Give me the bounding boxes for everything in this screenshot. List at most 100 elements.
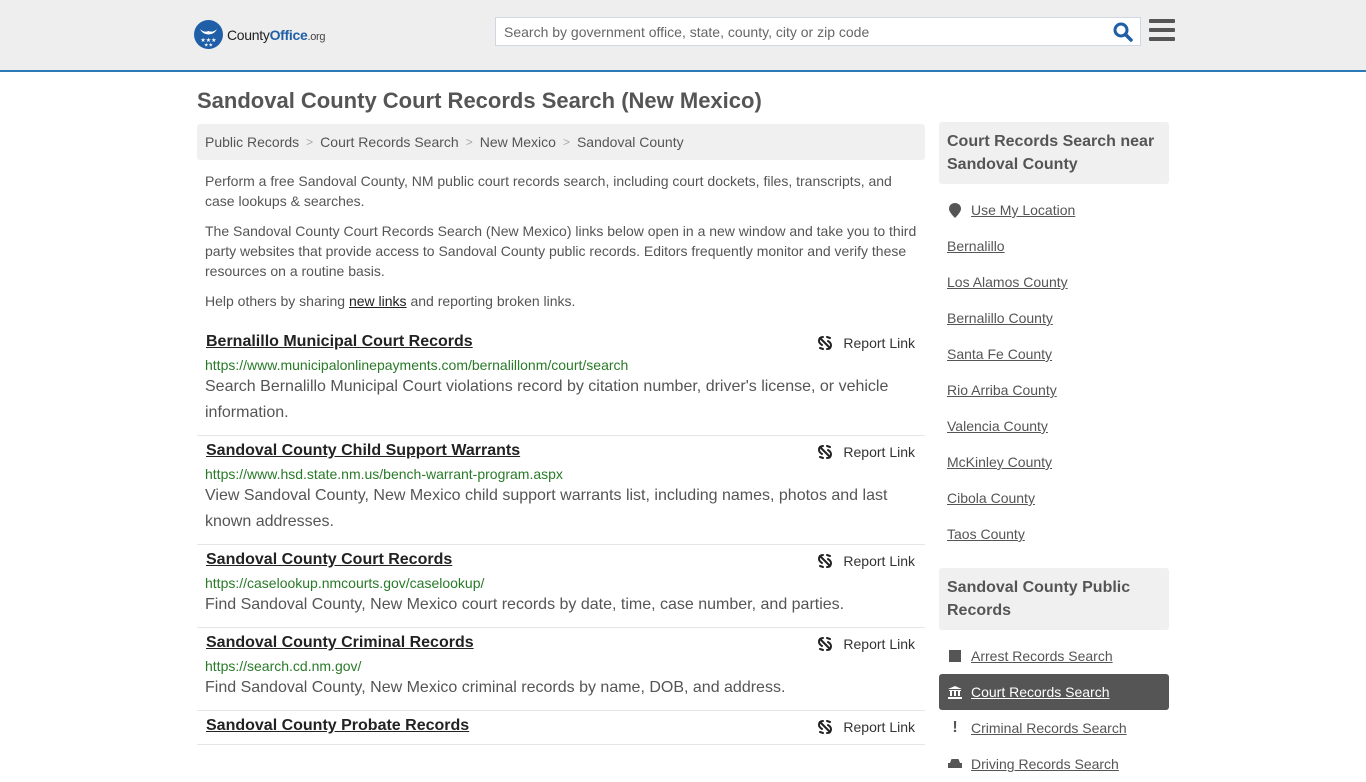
page-title: Sandoval County Court Records Search (Ne… xyxy=(197,88,762,113)
result-item: Sandoval County Probate Records Report L… xyxy=(197,711,925,745)
result-url[interactable]: https://caselookup.nmcourts.gov/caselook… xyxy=(205,575,917,591)
nearby-item[interactable]: Taos County xyxy=(939,516,1169,552)
result-url[interactable]: https://search.cd.nm.gov/ xyxy=(205,658,917,674)
report-link-button[interactable]: Report Link xyxy=(817,444,915,460)
menu-bar xyxy=(1149,37,1175,41)
court-records-link[interactable]: Court Records Search xyxy=(971,684,1110,700)
intro-paragraph: Perform a free Sandoval County, NM publi… xyxy=(205,173,892,209)
criminal-records-link[interactable]: Criminal Records Search xyxy=(971,720,1127,736)
search-input[interactable] xyxy=(496,18,1096,45)
result-item: Sandoval County Criminal Records Report … xyxy=(197,628,925,711)
public-record-item-criminal[interactable]: ! Criminal Records Search xyxy=(939,710,1169,746)
result-title-link[interactable]: Sandoval County Probate Records xyxy=(206,717,469,735)
square-icon xyxy=(947,650,963,662)
nearby-item[interactable]: Valencia County xyxy=(939,408,1169,444)
breadcrumb-public-records[interactable]: Public Records xyxy=(205,134,299,150)
result-item: Bernalillo Municipal Court Records Repor… xyxy=(197,327,925,436)
report-link-button[interactable]: Report Link xyxy=(817,719,915,735)
result-title-link[interactable]: Sandoval County Court Records xyxy=(206,551,452,569)
search-box xyxy=(495,17,1141,46)
result-item: Sandoval County Court Records Report Lin… xyxy=(197,545,925,628)
broken-link-icon xyxy=(818,637,833,651)
result-description: Search Bernalillo Municipal Court violat… xyxy=(205,378,889,421)
nearby-link-bernalillo-county[interactable]: Bernalillo County xyxy=(947,310,1053,326)
result-title-link[interactable]: Bernalillo Municipal Court Records xyxy=(206,333,473,351)
nearby-item[interactable]: Los Alamos County xyxy=(939,264,1169,300)
report-link-label: Report Link xyxy=(843,719,915,735)
nearby-list: Use My Location Bernalillo Los Alamos Co… xyxy=(939,184,1169,552)
new-links-link[interactable]: new links xyxy=(349,293,407,309)
result-description: View Sandoval County, New Mexico child s… xyxy=(205,487,888,530)
public-record-item-court[interactable]: Court Records Search xyxy=(939,674,1169,710)
nearby-item[interactable]: Bernalillo xyxy=(939,228,1169,264)
menu-bar xyxy=(1149,19,1175,23)
help-paragraph: Help others by sharing new links and rep… xyxy=(205,293,576,309)
sidebar: Court Records Search near Sandoval Count… xyxy=(939,122,1169,782)
intro-paragraph: The Sandoval County Court Records Search… xyxy=(205,223,917,279)
eagle-logo-icon: ★★★ ★★ xyxy=(194,20,223,49)
breadcrumb-separator: > xyxy=(562,135,570,149)
site-header: ★★★ ★★ CountyOffice.org xyxy=(0,0,1366,72)
nearby-item[interactable]: Cibola County xyxy=(939,480,1169,516)
nearby-link-taos-county[interactable]: Taos County xyxy=(947,526,1025,542)
results-list: Bernalillo Municipal Court Records Repor… xyxy=(197,327,925,745)
broken-link-icon xyxy=(818,445,833,459)
nearby-link-los-alamos-county[interactable]: Los Alamos County xyxy=(947,274,1068,290)
arrest-records-link[interactable]: Arrest Records Search xyxy=(971,648,1113,664)
report-link-label: Report Link xyxy=(843,553,915,569)
report-link-button[interactable]: Report Link xyxy=(817,636,915,652)
nearby-item[interactable]: McKinley County xyxy=(939,444,1169,480)
map-marker-icon xyxy=(947,202,963,218)
breadcrumb-new-mexico[interactable]: New Mexico xyxy=(480,134,556,150)
broken-link-icon xyxy=(818,554,833,568)
public-records-list: Arrest Records Search Court Records Sear… xyxy=(939,630,1169,782)
nearby-item[interactable]: Rio Arriba County xyxy=(939,372,1169,408)
broken-link-icon xyxy=(818,720,833,734)
breadcrumb-court-records-search[interactable]: Court Records Search xyxy=(320,134,459,150)
nearby-link-bernalillo[interactable]: Bernalillo xyxy=(947,238,1005,254)
search-button[interactable] xyxy=(1112,21,1134,43)
result-title-link[interactable]: Sandoval County Child Support Warrants xyxy=(206,442,520,460)
report-link-label: Report Link xyxy=(843,335,915,351)
nearby-link-mckinley-county[interactable]: McKinley County xyxy=(947,454,1052,470)
nearby-link-santa-fe-county[interactable]: Santa Fe County xyxy=(947,346,1052,362)
menu-bar xyxy=(1149,28,1175,32)
nearby-link-cibola-county[interactable]: Cibola County xyxy=(947,490,1035,506)
result-url[interactable]: https://www.municipalonlinepayments.com/… xyxy=(205,357,917,373)
driving-records-link[interactable]: Driving Records Search xyxy=(971,756,1119,772)
logo-wordmark: CountyOffice.org xyxy=(227,26,326,43)
svg-text:★★: ★★ xyxy=(204,43,213,49)
site-logo[interactable]: ★★★ ★★ CountyOffice.org xyxy=(194,20,326,49)
public-records-heading: Sandoval County Public Records xyxy=(939,568,1169,630)
public-record-item-arrest[interactable]: Arrest Records Search xyxy=(939,638,1169,674)
car-icon xyxy=(947,758,963,770)
report-link-label: Report Link xyxy=(843,444,915,460)
report-link-button[interactable]: Report Link xyxy=(817,335,915,351)
breadcrumb-separator: > xyxy=(465,135,473,149)
courthouse-icon xyxy=(947,685,963,699)
breadcrumb-separator: > xyxy=(306,135,314,149)
report-link-label: Report Link xyxy=(843,636,915,652)
nearby-heading: Court Records Search near Sandoval Count… xyxy=(939,122,1169,184)
result-url[interactable]: https://www.hsd.state.nm.us/bench-warran… xyxy=(205,466,917,482)
result-title-link[interactable]: Sandoval County Criminal Records xyxy=(206,634,474,652)
result-description: Find Sandoval County, New Mexico crimina… xyxy=(205,679,786,696)
exclamation-icon: ! xyxy=(952,719,958,736)
main-content: Public Records > Court Records Search > … xyxy=(197,124,925,745)
breadcrumb: Public Records > Court Records Search > … xyxy=(197,124,925,160)
intro-text: Perform a free Sandoval County, NM publi… xyxy=(197,171,925,311)
result-item: Sandoval County Child Support Warrants R… xyxy=(197,436,925,545)
use-my-location-item[interactable]: Use My Location xyxy=(939,192,1169,228)
public-record-item-driving[interactable]: Driving Records Search xyxy=(939,746,1169,782)
nearby-item[interactable]: Santa Fe County xyxy=(939,336,1169,372)
use-my-location-link[interactable]: Use My Location xyxy=(971,202,1075,218)
result-description: Find Sandoval County, New Mexico court r… xyxy=(205,596,845,613)
nearby-link-rio-arriba-county[interactable]: Rio Arriba County xyxy=(947,382,1057,398)
nearby-link-valencia-county[interactable]: Valencia County xyxy=(947,418,1048,434)
breadcrumb-sandoval-county: Sandoval County xyxy=(576,134,684,150)
nearby-item[interactable]: Bernalillo County xyxy=(939,300,1169,336)
hamburger-menu-button[interactable] xyxy=(1149,19,1175,43)
search-icon xyxy=(1113,22,1133,42)
broken-link-icon xyxy=(818,336,833,350)
report-link-button[interactable]: Report Link xyxy=(817,553,915,569)
